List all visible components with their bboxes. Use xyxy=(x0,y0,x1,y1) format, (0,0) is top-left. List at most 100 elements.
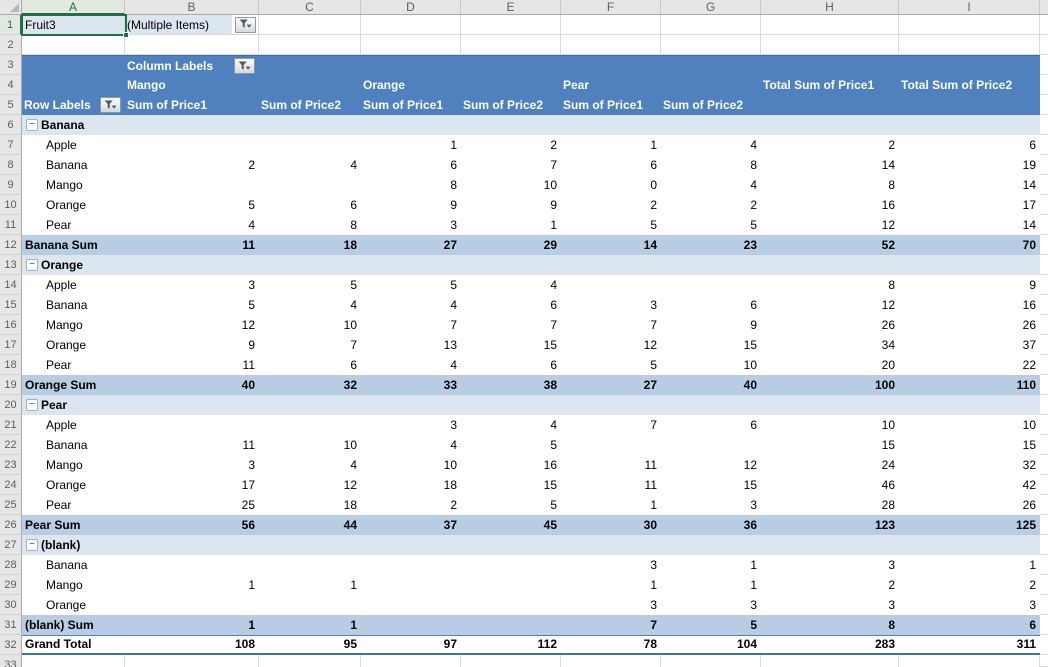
value-cell[interactable]: 8 xyxy=(661,155,761,175)
measure-header[interactable]: Sum of Price1 xyxy=(125,95,259,115)
value-cell[interactable] xyxy=(125,555,259,575)
row-label-cell[interactable]: Pear Sum xyxy=(22,515,125,535)
value-cell[interactable] xyxy=(461,575,561,595)
value-cell[interactable]: 311 xyxy=(899,636,1040,656)
empty-cell[interactable] xyxy=(361,15,461,35)
value-cell[interactable] xyxy=(661,255,761,275)
pivot-header-cell[interactable] xyxy=(22,56,125,76)
row-label-cell[interactable]: Pear xyxy=(22,355,125,375)
value-cell[interactable]: 46 xyxy=(761,475,899,495)
value-cell[interactable]: 100 xyxy=(761,375,899,395)
value-cell[interactable]: 10 xyxy=(361,455,461,475)
measure-header[interactable]: Sum of Price1 xyxy=(361,95,461,115)
row-number[interactable]: 30 xyxy=(0,595,22,615)
value-cell[interactable]: 16 xyxy=(761,195,899,215)
value-cell[interactable] xyxy=(899,115,1040,135)
minus-collapse-icon[interactable]: − xyxy=(26,539,38,551)
value-cell[interactable] xyxy=(259,535,361,555)
value-cell[interactable]: 5 xyxy=(361,275,461,295)
value-cell[interactable]: 2 xyxy=(761,135,899,155)
value-cell[interactable]: 4 xyxy=(259,295,361,315)
empty-cell[interactable] xyxy=(259,35,361,55)
value-cell[interactable]: 5 xyxy=(125,195,259,215)
value-cell[interactable]: 9 xyxy=(899,275,1040,295)
pivot-header-cell[interactable] xyxy=(761,95,899,115)
value-cell[interactable]: 8 xyxy=(761,175,899,195)
value-cell[interactable] xyxy=(899,535,1040,555)
value-cell[interactable]: 12 xyxy=(761,295,899,315)
column-header-g[interactable]: G xyxy=(661,0,761,15)
value-cell[interactable]: 2 xyxy=(561,195,661,215)
value-cell[interactable]: 5 xyxy=(125,295,259,315)
value-cell[interactable]: 3 xyxy=(361,215,461,235)
value-cell[interactable]: 8 xyxy=(761,615,899,635)
value-cell[interactable]: 16 xyxy=(899,295,1040,315)
value-cell[interactable]: 11 xyxy=(561,475,661,495)
value-cell[interactable]: 14 xyxy=(761,155,899,175)
value-cell[interactable]: 33 xyxy=(361,375,461,395)
row-number[interactable]: 17 xyxy=(0,335,22,355)
value-cell[interactable] xyxy=(259,115,361,135)
value-cell[interactable]: 1 xyxy=(259,575,361,595)
value-cell[interactable]: 1 xyxy=(661,575,761,595)
empty-cell[interactable] xyxy=(125,35,259,55)
value-cell[interactable]: 4 xyxy=(461,275,561,295)
value-cell[interactable]: 125 xyxy=(899,515,1040,535)
select-all-corner[interactable] xyxy=(0,0,22,15)
value-cell[interactable]: 8 xyxy=(259,215,361,235)
value-cell[interactable]: 3 xyxy=(761,555,899,575)
value-cell[interactable]: 3 xyxy=(361,415,461,435)
value-cell[interactable]: 1 xyxy=(899,555,1040,575)
value-cell[interactable] xyxy=(899,255,1040,275)
row-number[interactable]: 1 xyxy=(0,15,22,35)
value-cell[interactable]: 26 xyxy=(899,315,1040,335)
value-cell[interactable]: 10 xyxy=(661,355,761,375)
value-cell[interactable]: 6 xyxy=(361,155,461,175)
column-header-i[interactable]: I xyxy=(899,0,1040,15)
measure-header[interactable]: Sum of Price2 xyxy=(461,95,561,115)
value-cell[interactable]: 18 xyxy=(259,235,361,255)
row-number[interactable]: 25 xyxy=(0,495,22,515)
empty-cell[interactable] xyxy=(22,655,125,667)
value-cell[interactable]: 97 xyxy=(361,636,461,656)
row-label-cell[interactable]: Orange xyxy=(22,195,125,215)
value-cell[interactable]: 11 xyxy=(561,455,661,475)
pivot-header-cell[interactable] xyxy=(259,75,361,95)
value-cell[interactable] xyxy=(125,395,259,415)
value-cell[interactable]: 4 xyxy=(259,155,361,175)
minus-collapse-icon[interactable]: − xyxy=(26,259,38,271)
row-number[interactable]: 11 xyxy=(0,215,22,235)
value-cell[interactable]: 6 xyxy=(661,295,761,315)
row-number[interactable]: 6 xyxy=(0,115,22,135)
value-cell[interactable]: 7 xyxy=(561,415,661,435)
empty-cell[interactable] xyxy=(259,655,361,667)
value-cell[interactable]: 3 xyxy=(125,455,259,475)
value-cell[interactable]: 27 xyxy=(361,235,461,255)
empty-cell[interactable] xyxy=(361,35,461,55)
column-header-b[interactable]: B xyxy=(125,0,259,15)
empty-cell[interactable] xyxy=(259,15,361,35)
pivot-header-cell[interactable] xyxy=(461,56,561,76)
row-number[interactable]: 23 xyxy=(0,455,22,475)
value-cell[interactable]: 14 xyxy=(899,215,1040,235)
value-cell[interactable]: 17 xyxy=(899,195,1040,215)
value-cell[interactable]: 1 xyxy=(561,495,661,515)
value-cell[interactable]: 9 xyxy=(361,195,461,215)
value-cell[interactable] xyxy=(561,535,661,555)
row-number[interactable]: 13 xyxy=(0,255,22,275)
row-label-cell[interactable]: Orange xyxy=(22,595,125,615)
value-cell[interactable]: 14 xyxy=(899,175,1040,195)
value-cell[interactable]: 7 xyxy=(461,315,561,335)
row-number[interactable]: 31 xyxy=(0,615,22,635)
empty-cell[interactable] xyxy=(461,655,561,667)
row-number[interactable]: 14 xyxy=(0,275,22,295)
value-cell[interactable] xyxy=(461,535,561,555)
value-cell[interactable]: 3 xyxy=(561,555,661,575)
empty-cell[interactable] xyxy=(125,655,259,667)
value-cell[interactable] xyxy=(561,115,661,135)
value-cell[interactable] xyxy=(361,395,461,415)
value-cell[interactable]: 36 xyxy=(661,515,761,535)
column-header-h[interactable]: H xyxy=(761,0,899,15)
row-number[interactable]: 5 xyxy=(0,95,22,115)
value-cell[interactable] xyxy=(661,395,761,415)
